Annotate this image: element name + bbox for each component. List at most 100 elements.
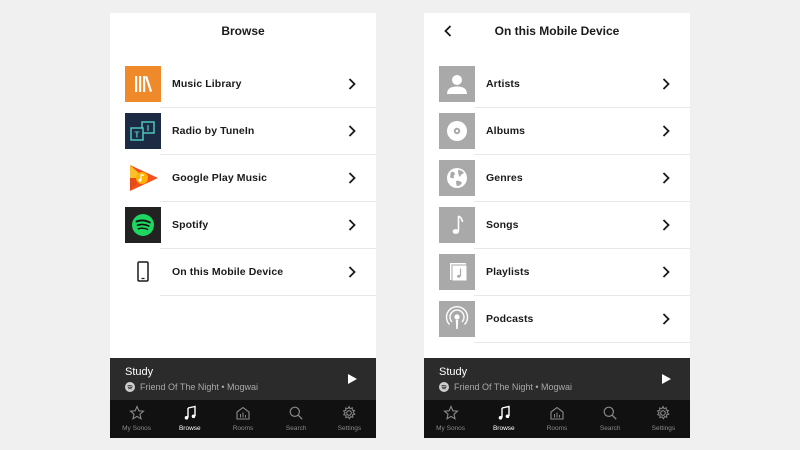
now-playing-bar[interactable]: Study Friend Of The Night • Mogwai xyxy=(424,358,690,400)
chevron-right-icon xyxy=(346,77,358,91)
library-row-artists[interactable]: Artists xyxy=(424,61,690,108)
row-label: Google Play Music xyxy=(172,172,268,184)
play-button[interactable] xyxy=(658,371,674,387)
tab-search[interactable]: Search xyxy=(584,400,637,438)
music-note-icon xyxy=(495,404,513,422)
tab-label: Settings xyxy=(651,425,676,432)
tab-bar: My Sonos Browse Rooms Search Settings xyxy=(424,400,690,438)
chevron-right-icon xyxy=(660,77,672,91)
spotify-icon xyxy=(439,382,449,392)
tab-label: Browse xyxy=(492,425,515,432)
now-playing-subtitle: Friend Of The Night • Mogwai xyxy=(454,382,573,392)
browse-screen: Browse Music Library I T Radio by TuneIn… xyxy=(110,13,376,438)
chevron-right-icon xyxy=(660,124,672,138)
tab-label: Rooms xyxy=(546,425,568,432)
row-label: Playlists xyxy=(486,266,530,278)
star-icon xyxy=(442,404,460,422)
podcast-icon xyxy=(439,301,475,337)
gear-icon xyxy=(340,404,358,422)
row-label: Music Library xyxy=(172,78,242,90)
page-title: Browse xyxy=(221,24,265,38)
play-button[interactable] xyxy=(344,371,360,387)
library-row-podcasts[interactable]: Podcasts xyxy=(424,296,690,343)
browse-row-spotify[interactable]: Spotify xyxy=(110,202,376,249)
tab-label: Browse xyxy=(178,425,201,432)
tunein-icon: I T xyxy=(125,113,161,149)
google-play-music-icon xyxy=(125,160,161,196)
star-icon xyxy=(128,404,146,422)
play-icon xyxy=(348,374,357,384)
library-row-playlists[interactable]: Playlists xyxy=(424,249,690,296)
page-title: On this Mobile Device xyxy=(494,24,620,38)
playlist-icon xyxy=(439,254,475,290)
chevron-right-icon xyxy=(660,265,672,279)
row-label: Podcasts xyxy=(486,313,534,325)
tab-browse[interactable]: Browse xyxy=(163,400,216,438)
now-playing-bar[interactable]: Study Friend Of The Night • Mogwai xyxy=(110,358,376,400)
mobile-device-list: Artists Albums Genres Songs Playlists Po… xyxy=(424,61,690,343)
row-label: Songs xyxy=(486,219,519,231)
tab-my-sonos[interactable]: My Sonos xyxy=(110,400,163,438)
mobile-device-icon xyxy=(125,254,161,290)
spotify-icon xyxy=(125,207,161,243)
music-note-icon xyxy=(181,404,199,422)
browse-row-tunein[interactable]: I T Radio by TuneIn xyxy=(110,108,376,155)
tab-label: My Sonos xyxy=(122,425,152,432)
chevron-right-icon xyxy=(346,265,358,279)
play-icon xyxy=(662,374,671,384)
tab-browse[interactable]: Browse xyxy=(477,400,530,438)
tab-label: Settings xyxy=(337,425,362,432)
tab-label: Search xyxy=(599,425,621,432)
search-icon xyxy=(601,404,619,422)
browse-row-google-play-music[interactable]: Google Play Music xyxy=(110,155,376,202)
tab-my-sonos[interactable]: My Sonos xyxy=(424,400,477,438)
row-label: Albums xyxy=(486,125,526,137)
library-row-albums[interactable]: Albums xyxy=(424,108,690,155)
now-playing-room: Study xyxy=(125,366,154,378)
library-row-songs[interactable]: Songs xyxy=(424,202,690,249)
row-label: On this Mobile Device xyxy=(172,266,284,278)
chevron-right-icon xyxy=(660,312,672,326)
album-icon xyxy=(439,113,475,149)
rooms-icon xyxy=(234,404,252,422)
browse-row-mobile-device[interactable]: On this Mobile Device xyxy=(110,249,376,296)
browse-row-music-library[interactable]: Music Library xyxy=(110,61,376,108)
rooms-icon xyxy=(548,404,566,422)
browse-list: Music Library I T Radio by TuneIn Google… xyxy=(110,61,376,296)
row-label: Radio by TuneIn xyxy=(172,125,255,137)
row-label: Spotify xyxy=(172,219,209,231)
svg-text:I: I xyxy=(147,124,149,133)
tab-label: Rooms xyxy=(232,425,254,432)
tab-settings[interactable]: Settings xyxy=(637,400,690,438)
back-button[interactable] xyxy=(438,21,458,41)
svg-text:T: T xyxy=(135,131,140,140)
chevron-left-icon xyxy=(444,25,452,37)
tab-bar: My Sonos Browse Rooms Search Settings xyxy=(110,400,376,438)
tab-rooms[interactable]: Rooms xyxy=(530,400,583,438)
artist-icon xyxy=(439,66,475,102)
now-playing-track: Friend Of The Night • Mogwai xyxy=(125,381,258,393)
now-playing-room: Study xyxy=(439,366,468,378)
tab-label: My Sonos xyxy=(436,425,466,432)
gear-icon xyxy=(654,404,672,422)
row-label: Artists xyxy=(486,78,520,90)
globe-icon xyxy=(439,160,475,196)
chevron-right-icon xyxy=(660,171,672,185)
chevron-right-icon xyxy=(346,124,358,138)
row-label: Genres xyxy=(486,172,523,184)
library-row-genres[interactable]: Genres xyxy=(424,155,690,202)
chevron-right-icon xyxy=(660,218,672,232)
tab-search[interactable]: Search xyxy=(270,400,323,438)
now-playing-subtitle: Friend Of The Night • Mogwai xyxy=(140,382,259,392)
music-note-icon xyxy=(439,207,475,243)
now-playing-track: Friend Of The Night • Mogwai xyxy=(439,381,572,393)
tab-rooms[interactable]: Rooms xyxy=(216,400,269,438)
search-icon xyxy=(287,404,305,422)
tab-settings[interactable]: Settings xyxy=(323,400,376,438)
tab-label: Search xyxy=(285,425,307,432)
music-library-icon xyxy=(125,66,161,102)
mobile-device-screen: On this Mobile Device Artists Albums Gen… xyxy=(424,13,690,438)
chevron-right-icon xyxy=(346,218,358,232)
spotify-icon xyxy=(125,382,135,392)
chevron-right-icon xyxy=(346,171,358,185)
